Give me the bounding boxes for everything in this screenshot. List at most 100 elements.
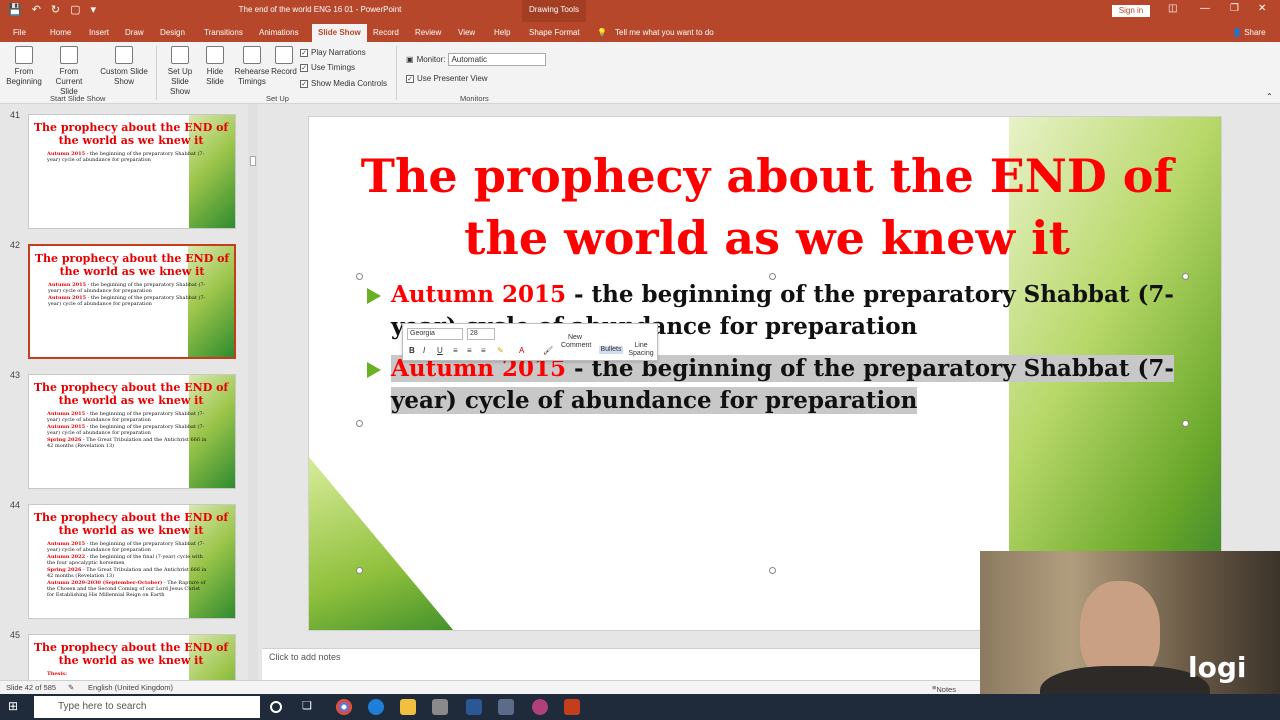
rehearse-timings-button[interactable]: Rehearse Timings — [234, 46, 270, 87]
monitor-icon: ▣ — [406, 55, 414, 64]
sign-in-button[interactable]: Sign in — [1112, 5, 1150, 17]
font-name-select[interactable]: Georgia — [407, 328, 463, 340]
bold-icon[interactable]: B — [409, 346, 415, 355]
slide-thumbnail[interactable]: The prophecy about the END of the world … — [28, 374, 236, 489]
font-size-select[interactable]: 28 — [467, 328, 495, 340]
powerpoint-icon[interactable] — [564, 699, 580, 715]
record-button[interactable]: Record — [270, 46, 298, 77]
resize-handle[interactable] — [769, 567, 776, 574]
set-up-slide-show-button[interactable]: Set Up Slide Show — [160, 46, 200, 97]
app-icon[interactable] — [498, 699, 514, 715]
custom-slide-show-button[interactable]: Custom Slide Show — [98, 46, 150, 87]
underline-icon[interactable]: U — [437, 346, 443, 355]
monitor-select[interactable]: Automatic — [448, 53, 547, 66]
tab-shape-format[interactable]: Shape Format — [529, 28, 580, 37]
record-icon — [275, 46, 293, 64]
font-color-icon[interactable]: A — [519, 346, 524, 355]
notes-toggle[interactable]: ≡ Notes — [932, 683, 956, 694]
slide-bullet-selected[interactable]: Autumn 2015 - the beginning of the prepa… — [359, 353, 1179, 417]
tab-review[interactable]: Review — [415, 28, 441, 37]
restore-icon[interactable]: ❐ — [1230, 3, 1239, 14]
slide-thumbnail[interactable]: The prophecy about the END of the world … — [28, 114, 236, 229]
align-center-icon[interactable]: ≡ — [467, 346, 472, 355]
minimize-icon[interactable]: — — [1200, 3, 1210, 14]
tab-record[interactable]: Record — [373, 28, 399, 37]
messenger-icon[interactable] — [532, 699, 548, 715]
chrome-icon[interactable] — [336, 699, 352, 715]
notes-label: Notes — [936, 685, 956, 694]
tab-slide-show[interactable]: Slide Show — [312, 24, 367, 42]
resize-handle[interactable] — [356, 567, 363, 574]
italic-icon[interactable]: I — [423, 346, 425, 355]
checkbox-checked-icon: ✓ — [300, 63, 308, 72]
status-bar: Slide 42 of 585 ✎ English (United Kingdo… — [0, 680, 980, 694]
tab-help[interactable]: Help — [494, 28, 510, 37]
resize-handle[interactable] — [1182, 420, 1189, 427]
monitor-row: ▣ Monitor: Automatic — [406, 53, 547, 66]
thumbnail-title: The prophecy about the END of the world … — [33, 381, 229, 407]
thumbnail-number: 45 — [10, 630, 21, 640]
word-icon[interactable] — [466, 699, 482, 715]
show-media-controls-checkbox[interactable]: ✓ Show Media Controls — [300, 79, 387, 88]
notes-placeholder: Click to add notes — [269, 652, 341, 662]
highlight-color-icon[interactable]: ✎ — [497, 346, 504, 355]
resize-handle[interactable] — [1182, 273, 1189, 280]
close-icon[interactable]: ✕ — [1258, 3, 1266, 14]
tab-insert[interactable]: Insert — [89, 28, 109, 37]
slide-thumbnail[interactable]: The prophecy about the END of the world … — [28, 634, 236, 680]
play-narrations-checkbox[interactable]: ✓ Play Narrations — [300, 48, 366, 57]
align-left-icon[interactable]: ≡ — [453, 346, 458, 355]
from-current-slide-button[interactable]: From Current Slide — [46, 46, 92, 97]
bullet-arrow-icon — [367, 288, 381, 304]
use-presenter-view-checkbox[interactable]: ✓ Use Presenter View — [406, 74, 488, 83]
media-player-icon[interactable] — [432, 699, 448, 715]
slide-title[interactable]: The prophecy about the END of the world … — [329, 145, 1205, 269]
resize-handle[interactable] — [356, 273, 363, 280]
ribbon-separator — [156, 46, 157, 100]
bullets-button[interactable]: Bullets — [599, 346, 623, 354]
cortana-icon[interactable] — [270, 701, 282, 713]
tell-me-search[interactable]: Tell me what you want to do — [615, 28, 714, 37]
tab-home[interactable]: Home — [50, 28, 71, 37]
language-indicator[interactable]: English (United Kingdom) — [88, 683, 173, 692]
from-beginning-button[interactable]: From Beginning — [4, 46, 44, 87]
scrollbar-thumb[interactable] — [250, 156, 256, 166]
thumbnail-bullet: Autumn 2015 - the beginning of the prepa… — [48, 295, 208, 307]
thumbnail-bullet: Autumn 2015 - the beginning of the prepa… — [47, 151, 207, 163]
thumbnail-number: 44 — [10, 500, 21, 510]
resize-handle[interactable] — [356, 420, 363, 427]
tab-animations[interactable]: Animations — [259, 28, 299, 37]
thumbnail-bullet: Autumn 2015 - the beginning of the prepa… — [47, 541, 207, 553]
ribbon-display-icon[interactable]: ◫ — [1168, 3, 1177, 14]
collapse-ribbon-icon[interactable]: ⌃ — [1266, 92, 1273, 101]
windows-start-icon[interactable]: ⊞ — [8, 699, 24, 715]
tab-transitions[interactable]: Transitions — [204, 28, 243, 37]
file-explorer-icon[interactable] — [400, 699, 416, 715]
slide-thumbnail[interactable]: The prophecy about the END of the world … — [28, 504, 236, 619]
mini-toolbar: Georgia 28 B I U ≡ ≡ ≡ ✎ A 🖌 New Comment… — [402, 323, 658, 361]
task-view-icon[interactable]: ❏ — [302, 699, 318, 715]
tab-draw[interactable]: Draw — [125, 28, 144, 37]
line-spacing-button[interactable]: Line Spacing — [627, 342, 655, 358]
notes-pane[interactable]: Click to add notes — [262, 648, 980, 680]
share-label: Share — [1244, 28, 1266, 37]
tab-file[interactable]: File — [13, 28, 26, 37]
tab-design[interactable]: Design — [160, 28, 185, 37]
green-decoration-bottom — [309, 457, 459, 630]
hide-slide-button[interactable]: Hide Slide — [202, 46, 228, 87]
taskbar-search[interactable]: Type here to search — [34, 696, 260, 718]
new-comment-button[interactable]: New Comment — [561, 334, 591, 350]
resize-handle[interactable] — [769, 273, 776, 280]
edge-icon[interactable] — [368, 699, 384, 715]
format-painter-icon[interactable]: 🖌 — [543, 346, 553, 355]
bullet-arrow-icon — [367, 362, 381, 378]
slide-thumbnail[interactable]: The prophecy about the END of the world … — [28, 244, 236, 359]
share-button[interactable]: 👤 Share — [1232, 28, 1266, 37]
tab-view[interactable]: View — [458, 28, 475, 37]
group-set-up: Set Up — [266, 94, 289, 103]
bullet-date: Autumn 2015 — [391, 281, 566, 308]
thumbnail-scrollbar[interactable] — [248, 104, 258, 680]
spellcheck-icon[interactable]: ✎ — [68, 683, 74, 692]
align-right-icon[interactable]: ≡ — [481, 346, 486, 355]
use-timings-checkbox[interactable]: ✓ Use Timings — [300, 63, 355, 72]
